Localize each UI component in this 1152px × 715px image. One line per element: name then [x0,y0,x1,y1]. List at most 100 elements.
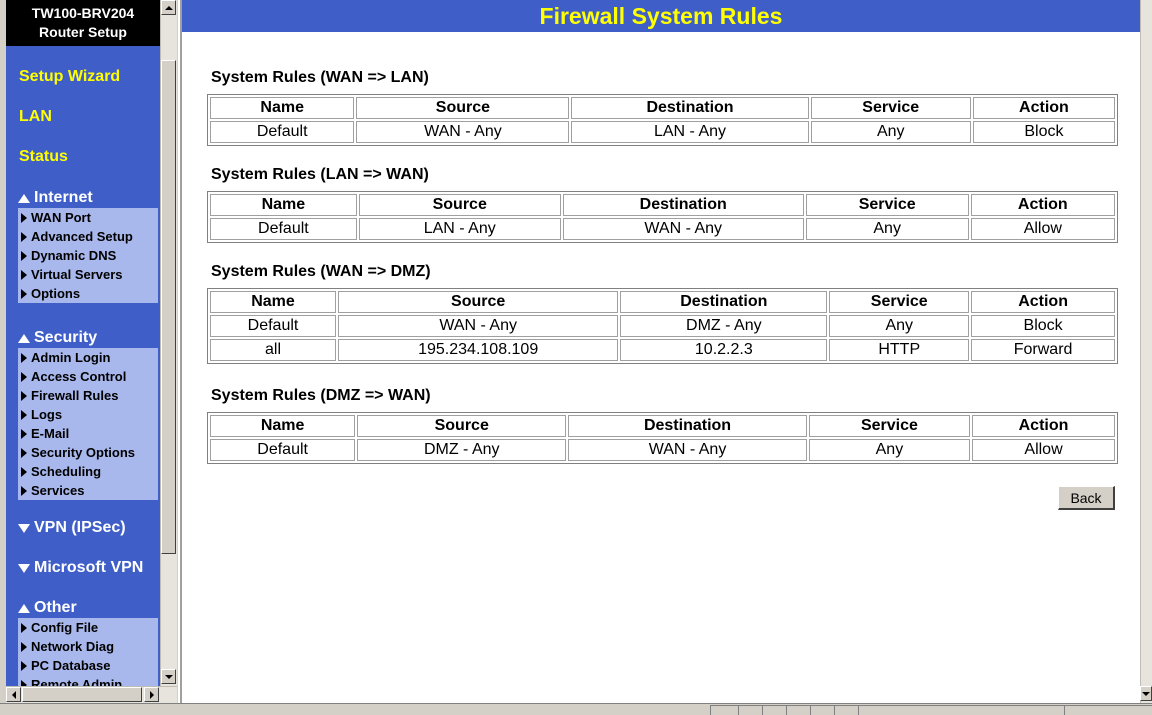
scroll-down-button[interactable] [1140,686,1152,701]
cell-service: Any [829,315,970,337]
nav-horizontal-scrollbar[interactable] [6,686,177,703]
status-segment [762,705,786,715]
scroll-thumb[interactable] [161,60,176,554]
scroll-thumb[interactable] [22,687,142,702]
arrow-right-icon [21,641,27,652]
cell-destination: WAN - Any [568,439,807,461]
sidebar-item-services[interactable]: Services [18,481,158,500]
scroll-up-button[interactable] [161,0,176,15]
cell-name: Default [210,315,337,337]
sidebar-item-logs[interactable]: Logs [18,405,158,424]
cell-action: Block [971,315,1115,337]
cell-action: Forward [971,339,1115,361]
scroll-left-button[interactable] [6,687,21,702]
expand-down-icon [18,523,30,533]
column-header: Source [357,415,567,437]
cell-source: DMZ - Any [357,439,567,461]
arrow-right-icon [21,409,27,420]
rules-table-wan-lan: Name Source Destination Service Action D… [207,94,1118,146]
cell-destination: 10.2.2.3 [620,339,828,361]
column-header: Action [972,97,1115,119]
table-row: Default DMZ - Any WAN - Any Any Allow [210,439,1115,461]
cell-source: WAN - Any [356,121,570,143]
column-header: Service [805,194,969,216]
cell-source: WAN - Any [338,315,619,337]
cell-service: Any [808,439,971,461]
nav-frame: TW100-BRV204 Router Setup Setup Wizard L… [0,0,178,703]
sidebar-item-network-diag[interactable]: Network Diag [18,637,158,656]
arrow-right-icon [21,288,27,299]
nav-vertical-scrollbar[interactable] [160,0,177,686]
sidebar-item-pc-database[interactable]: PC Database [18,656,158,675]
sidebar-item-security-options[interactable]: Security Options [18,443,158,462]
sidebar-item-advanced-setup[interactable]: Advanced Setup [18,227,158,246]
status-segment [738,705,762,715]
cell-destination: LAN - Any [571,121,809,143]
sidebar-item-virtual-servers[interactable]: Virtual Servers [18,265,158,284]
arrow-down-icon [1142,691,1150,696]
sidebar-item-firewall-rules[interactable]: Firewall Rules [18,386,158,405]
table-row: all 195.234.108.109 10.2.2.3 HTTP Forwar… [210,339,1115,361]
arrow-right-icon [21,371,27,382]
status-segment [834,705,858,715]
column-header: Service [829,291,970,313]
content-frame: Firewall System Rules System Rules (WAN … [180,0,1140,703]
section-title: System Rules (WAN => DMZ) [211,263,431,280]
sidebar-item-options[interactable]: Options [18,284,158,303]
cell-source: 195.234.108.109 [338,339,619,361]
cell-destination: WAN - Any [562,218,804,240]
sidebar-item-dynamic-dns[interactable]: Dynamic DNS [18,246,158,265]
sidebar-item-config-file[interactable]: Config File [18,618,158,637]
content-vertical-scrollbar[interactable] [1140,0,1152,703]
section-title: System Rules (WAN => LAN) [211,69,429,86]
sidebar-item-admin-login[interactable]: Admin Login [18,348,158,367]
nav-section-internet[interactable]: Internet [18,189,93,207]
nav-link-setup-wizard[interactable]: Setup Wizard [19,68,120,86]
column-header: Action [972,415,1115,437]
cell-service: HTTP [829,339,970,361]
status-segment [786,705,810,715]
nav-section-other[interactable]: Other [18,599,77,617]
nav-section-security[interactable]: Security [18,329,97,347]
back-button[interactable]: Back [1058,486,1115,510]
column-header: Destination [571,97,809,119]
sidebar-item-remote-admin[interactable]: Remote Admin [18,675,158,686]
cell-action: Allow [970,218,1115,240]
sidebar-item-scheduling[interactable]: Scheduling [18,462,158,481]
nav-section-vpn-ipsec[interactable]: VPN (IPSec) [18,519,126,537]
column-header: Service [808,415,971,437]
sidebar-item-access-control[interactable]: Access Control [18,367,158,386]
status-zone-segment [858,705,1064,715]
rules-table-lan-wan: Name Source Destination Service Action D… [207,191,1118,243]
cell-name: all [210,339,337,361]
sidebar-item-wan-port[interactable]: WAN Port [18,208,158,227]
collapse-up-icon [18,333,30,343]
column-header: Name [210,194,357,216]
arrow-right-icon [21,390,27,401]
nav-link-status[interactable]: Status [19,148,68,166]
arrow-right-icon [21,622,27,633]
arrow-down-icon [164,674,173,679]
rules-table-dmz-wan: Name Source Destination Service Action D… [207,412,1118,464]
table-header-row: Name Source Destination Service Action [210,97,1115,119]
section-title: System Rules (DMZ => WAN) [211,387,431,404]
scroll-right-button[interactable] [144,687,159,702]
nav-link-lan[interactable]: LAN [19,108,52,126]
table-row: Default WAN - Any LAN - Any Any Block [210,121,1115,143]
sidebar-item-email[interactable]: E-Mail [18,424,158,443]
table-row: Default WAN - Any DMZ - Any Any Block [210,315,1115,337]
collapse-up-icon [18,603,30,613]
router-setup-label: Router Setup [39,24,127,40]
nav-section-microsoft-vpn[interactable]: Microsoft VPN [18,559,143,577]
arrow-left-icon [11,690,16,699]
other-submenu: Config File Network Diag PC Database Rem… [18,618,158,686]
column-header: Source [338,291,619,313]
scroll-down-button[interactable] [161,669,176,684]
cell-service: Any [805,218,969,240]
arrow-right-icon [21,447,27,458]
status-segment [710,705,738,715]
internet-submenu: WAN Port Advanced Setup Dynamic DNS Virt… [18,208,158,303]
browser-status-bar [0,703,1152,715]
column-header: Name [210,415,356,437]
cell-name: Default [210,121,355,143]
